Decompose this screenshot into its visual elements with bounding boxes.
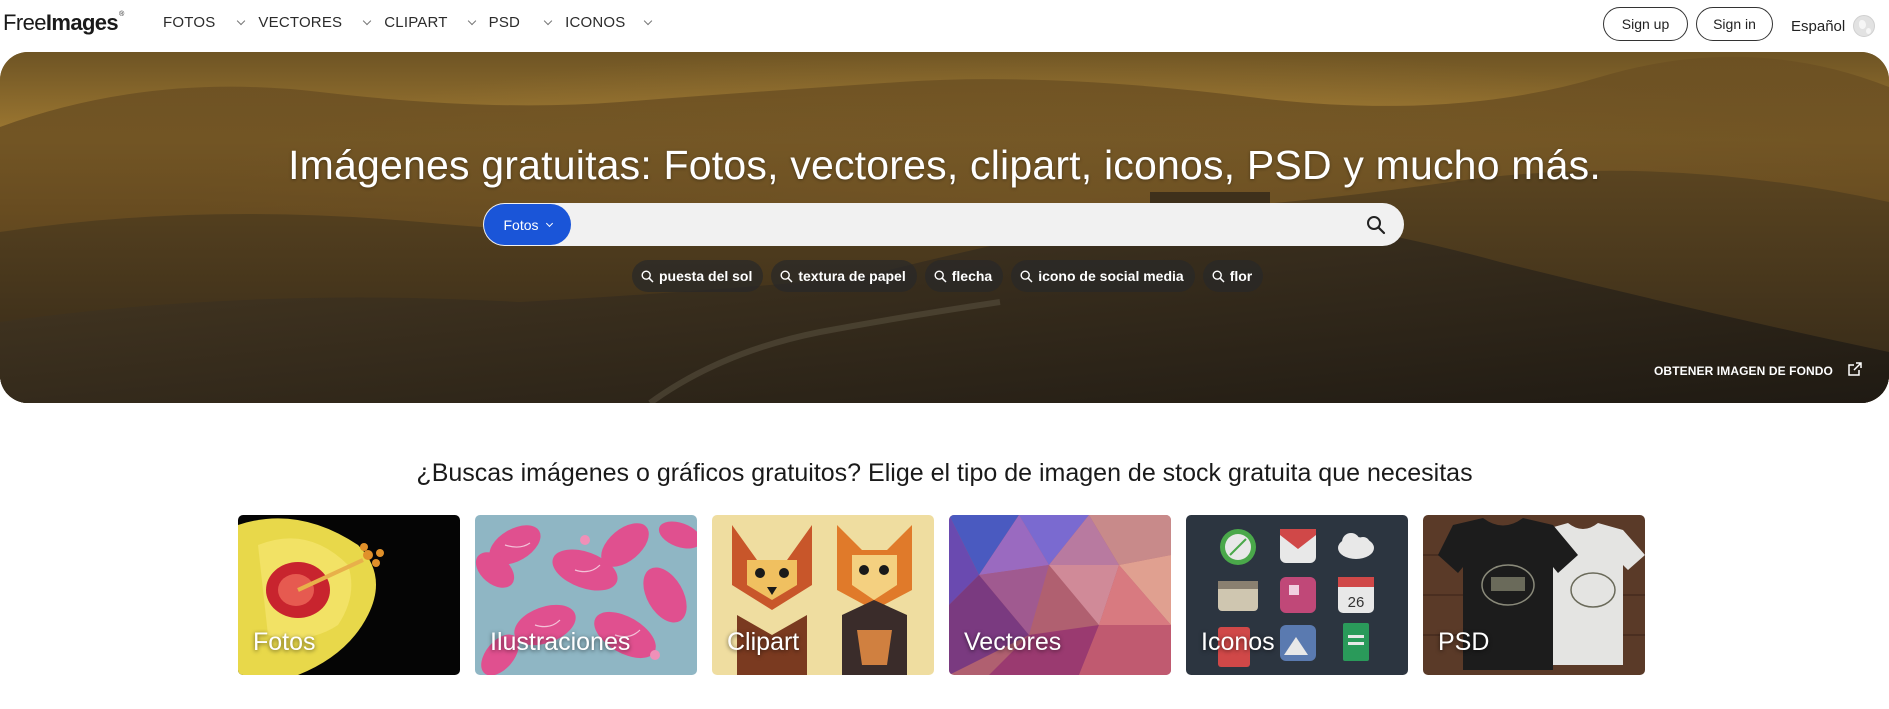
search-tag-label: textura de papel (798, 268, 906, 284)
category-card-label: PSD (1438, 628, 1490, 656)
section-title: ¿Buscas imágenes o gráficos gratuitos? E… (416, 459, 1473, 487)
get-background-label: OBTENER IMAGEN DE FONDO (1654, 364, 1833, 378)
get-background-link[interactable]: OBTENER IMAGEN DE FONDO (1654, 362, 1863, 378)
top-navigation: FreeImages® FOTOS VECTORES CLIPART PSD I… (0, 0, 1889, 48)
search-icon (641, 269, 654, 283)
chevron-down-icon[interactable] (363, 16, 372, 26)
language-selector[interactable]: Español (1791, 15, 1876, 37)
globe-icon (1853, 15, 1876, 37)
search-icon (780, 269, 793, 283)
search-icon[interactable] (1366, 215, 1386, 235)
nav-item-vectores[interactable]: VECTORES (258, 14, 384, 31)
logo-text-images: Images (45, 10, 119, 35)
language-label: Español (1791, 17, 1846, 35)
search-tag-label: icono de social media (1038, 268, 1184, 284)
logo[interactable]: FreeImages® (3, 10, 124, 36)
category-card-fotos[interactable]: Fotos (238, 515, 460, 675)
search-icon (1020, 269, 1033, 283)
category-card-label: Clipart (727, 628, 800, 656)
nav-item-label: ICONOS (565, 14, 626, 31)
external-link-icon (1848, 362, 1862, 376)
search-tag-label: flecha (951, 268, 993, 284)
search-bar: Fotos (483, 203, 1404, 246)
nav-item-label: FOTOS (163, 14, 216, 31)
search-tag-label: puesta del sol (659, 268, 753, 284)
chevron-down-icon[interactable] (467, 16, 476, 26)
search-type-label: Fotos (503, 216, 539, 233)
category-card-vectores[interactable]: Vectores (949, 515, 1171, 675)
hero-banner: Imágenes gratuitas: Fotos, vectores, cli… (0, 52, 1889, 403)
nav-item-clipart[interactable]: CLIPART (384, 14, 488, 31)
logo-registered-mark: ® (119, 11, 124, 18)
category-cards: Fotos Ilustraciones Clipart Vectores 26 … (238, 515, 1660, 675)
popular-search-tags: puesta del sol textura de papel flecha i… (632, 260, 1271, 292)
chevron-down-icon[interactable] (237, 16, 246, 26)
chevron-down-icon (545, 219, 553, 227)
logo-text-free: Free (3, 10, 46, 35)
category-card-ilustraciones[interactable]: Ilustraciones (475, 515, 697, 675)
nav-item-label: PSD (488, 14, 521, 31)
calendar-date: 26 (1348, 594, 1365, 611)
search-tag[interactable]: flecha (924, 260, 1004, 292)
search-tag-label: flor (1229, 268, 1253, 284)
search-tag[interactable]: flor (1202, 260, 1264, 292)
nav-item-psd[interactable]: PSD (489, 14, 565, 31)
sign-up-button[interactable]: Sign up (1603, 7, 1688, 41)
chevron-down-icon[interactable] (644, 16, 653, 26)
category-card-label: Iconos (1201, 628, 1275, 656)
hero-title: Imágenes gratuitas: Fotos, vectores, cli… (288, 142, 1601, 188)
category-card-label: Fotos (253, 628, 316, 656)
search-tag[interactable]: textura de papel (771, 260, 917, 292)
category-menu: FOTOS VECTORES CLIPART PSD ICONOS (163, 14, 653, 31)
search-icon (934, 269, 947, 283)
category-card-label: Ilustraciones (490, 628, 631, 656)
category-card-clipart[interactable]: Clipart (712, 515, 934, 675)
search-type-dropdown[interactable]: Fotos (484, 204, 571, 245)
search-icon (1212, 269, 1225, 283)
category-card-psd[interactable]: PSD (1423, 515, 1645, 675)
nav-item-label: VECTORES (258, 14, 343, 31)
nav-item-iconos[interactable]: ICONOS (565, 14, 653, 31)
sign-in-button[interactable]: Sign in (1696, 7, 1773, 41)
search-input[interactable] (579, 203, 1339, 246)
search-tag[interactable]: puesta del sol (632, 260, 764, 292)
nav-item-fotos[interactable]: FOTOS (163, 14, 258, 31)
category-card-label: Vectores (964, 628, 1062, 656)
category-card-iconos[interactable]: 26 Iconos (1186, 515, 1408, 675)
chevron-down-icon[interactable] (543, 16, 553, 26)
nav-item-label: CLIPART (384, 14, 448, 31)
search-tag[interactable]: icono de social media (1011, 260, 1195, 292)
